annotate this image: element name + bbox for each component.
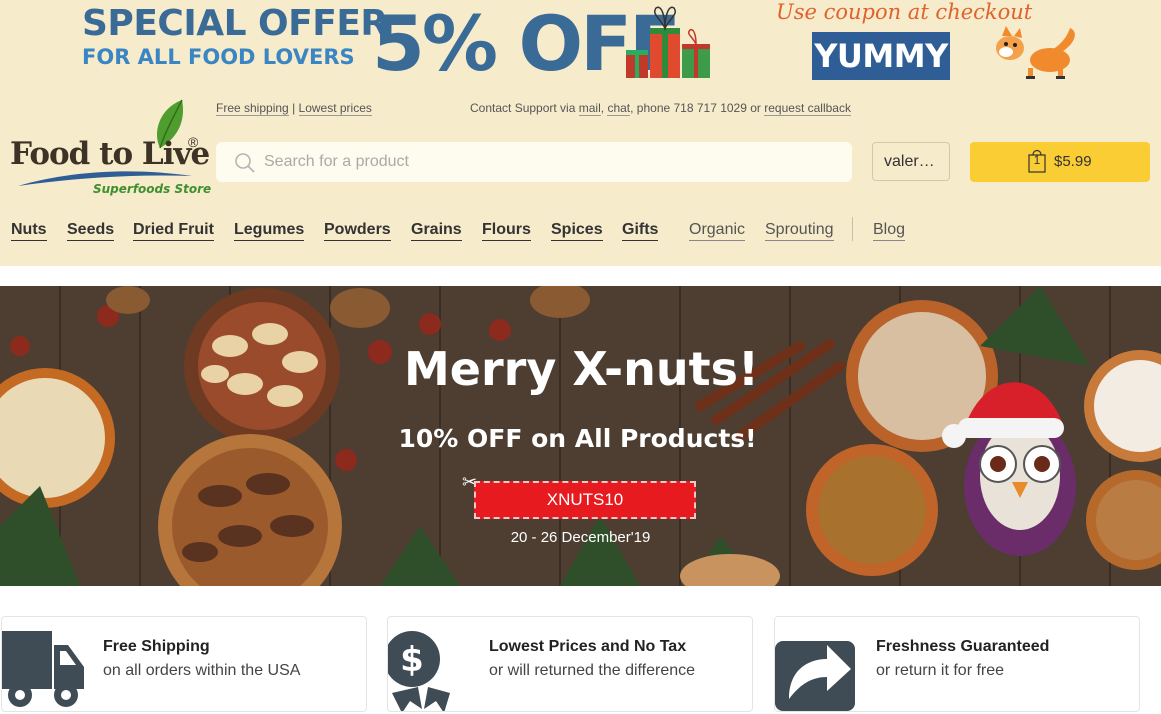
logo-tagline: Superfoods Store	[93, 182, 212, 196]
promo-special-offer: SPECIAL OFFER	[82, 3, 388, 44]
hero-subtitle: 10% OFF on All Products!	[398, 424, 757, 453]
request-callback-link[interactable]: request callback	[764, 101, 851, 116]
nav-item-spices[interactable]: Spices	[551, 219, 603, 241]
fox-mascot-icon	[996, 26, 1075, 79]
coupon-hint: Use coupon at checkout	[776, 0, 1033, 24]
support-mail-link[interactable]: mail	[578, 101, 601, 116]
nav-item-legumes[interactable]: Legumes	[234, 219, 305, 241]
main-nav: Nuts Seeds Dried Fruit Legumes Powders G…	[0, 217, 1161, 243]
nav-item-organic[interactable]: Organic	[689, 219, 746, 241]
cart-count: 1	[1033, 153, 1041, 167]
return-arrow-icon	[775, 641, 855, 711]
search-bar[interactable]	[216, 142, 852, 182]
hero-banner[interactable]: Merry X-nuts! 10% OFF on All Products! ✂…	[0, 286, 1161, 586]
feature-lowest-prices[interactable]: $ Lowest Prices and No Tax or will retur…	[387, 616, 753, 712]
hero-title: Merry X-nuts!	[404, 342, 759, 396]
coupon-code: YUMMY	[812, 32, 950, 80]
promo-banner[interactable]: SPECIAL OFFER FOR ALL FOOD LOVERS	[82, 4, 388, 70]
support-chat-link[interactable]: chat	[607, 101, 631, 116]
feature-title: Free Shipping	[103, 638, 210, 655]
info-separator: |	[292, 101, 296, 115]
feature-text: on all orders within the USA	[103, 662, 301, 679]
support-prefix: Contact Support via	[470, 101, 576, 115]
promo-for-lovers: FOR ALL FOOD LOVERS	[82, 45, 355, 69]
cart-total: $5.99	[1054, 153, 1092, 170]
support-contacts: Contact Support via mail, chat, phone 71…	[470, 101, 851, 116]
nav-item-flours[interactable]: Flours	[482, 219, 531, 241]
feature-text: or will returned the difference	[489, 662, 696, 679]
nav-item-sprouting[interactable]: Sprouting	[765, 219, 834, 241]
search-input[interactable]	[264, 142, 834, 182]
feature-title: Freshness Guaranteed	[876, 638, 1050, 655]
hero-promo-code: XNUTS10	[474, 481, 696, 519]
svg-text:$: $	[400, 640, 424, 680]
site-logo[interactable]: Food to Live ® Superfoods Store	[10, 98, 212, 200]
info-links: Free shipping | Lowest prices	[216, 101, 372, 116]
nav-divider	[852, 217, 853, 241]
logo-registered: ®	[188, 134, 199, 150]
feature-free-shipping[interactable]: Free Shipping on all orders within the U…	[1, 616, 367, 712]
free-shipping-link[interactable]: Free shipping	[216, 101, 289, 116]
support-or: or	[750, 101, 761, 115]
support-phone: phone 718 717 1029	[636, 101, 747, 115]
nav-item-nuts[interactable]: Nuts	[11, 219, 47, 241]
feature-text: or return it for free	[876, 662, 1005, 679]
nav-item-powders[interactable]: Powders	[324, 219, 391, 241]
feature-freshness[interactable]: Freshness Guaranteed or return it for fr…	[774, 616, 1140, 712]
cart-button[interactable]: 1 $5.99	[970, 142, 1150, 182]
nav-item-grains[interactable]: Grains	[411, 219, 462, 241]
lowest-prices-link[interactable]: Lowest prices	[298, 101, 372, 116]
nav-item-blog[interactable]: Blog	[873, 219, 906, 241]
account-button[interactable]: valer…	[872, 142, 950, 181]
hero-dates: 20 - 26 December'19	[510, 529, 651, 546]
nav-item-dried-fruit[interactable]: Dried Fruit	[133, 219, 214, 241]
dollar-badge-icon: $	[388, 631, 450, 711]
truck-icon	[2, 631, 84, 707]
feature-title: Lowest Prices and No Tax	[489, 638, 687, 655]
site-header: SPECIAL OFFER FOR ALL FOOD LOVERS 5% OFF…	[0, 0, 1161, 266]
nav-item-seeds[interactable]: Seeds	[67, 219, 115, 241]
gift-icon	[626, 6, 710, 78]
nav-item-gifts[interactable]: Gifts	[622, 219, 659, 241]
search-icon	[235, 153, 255, 173]
